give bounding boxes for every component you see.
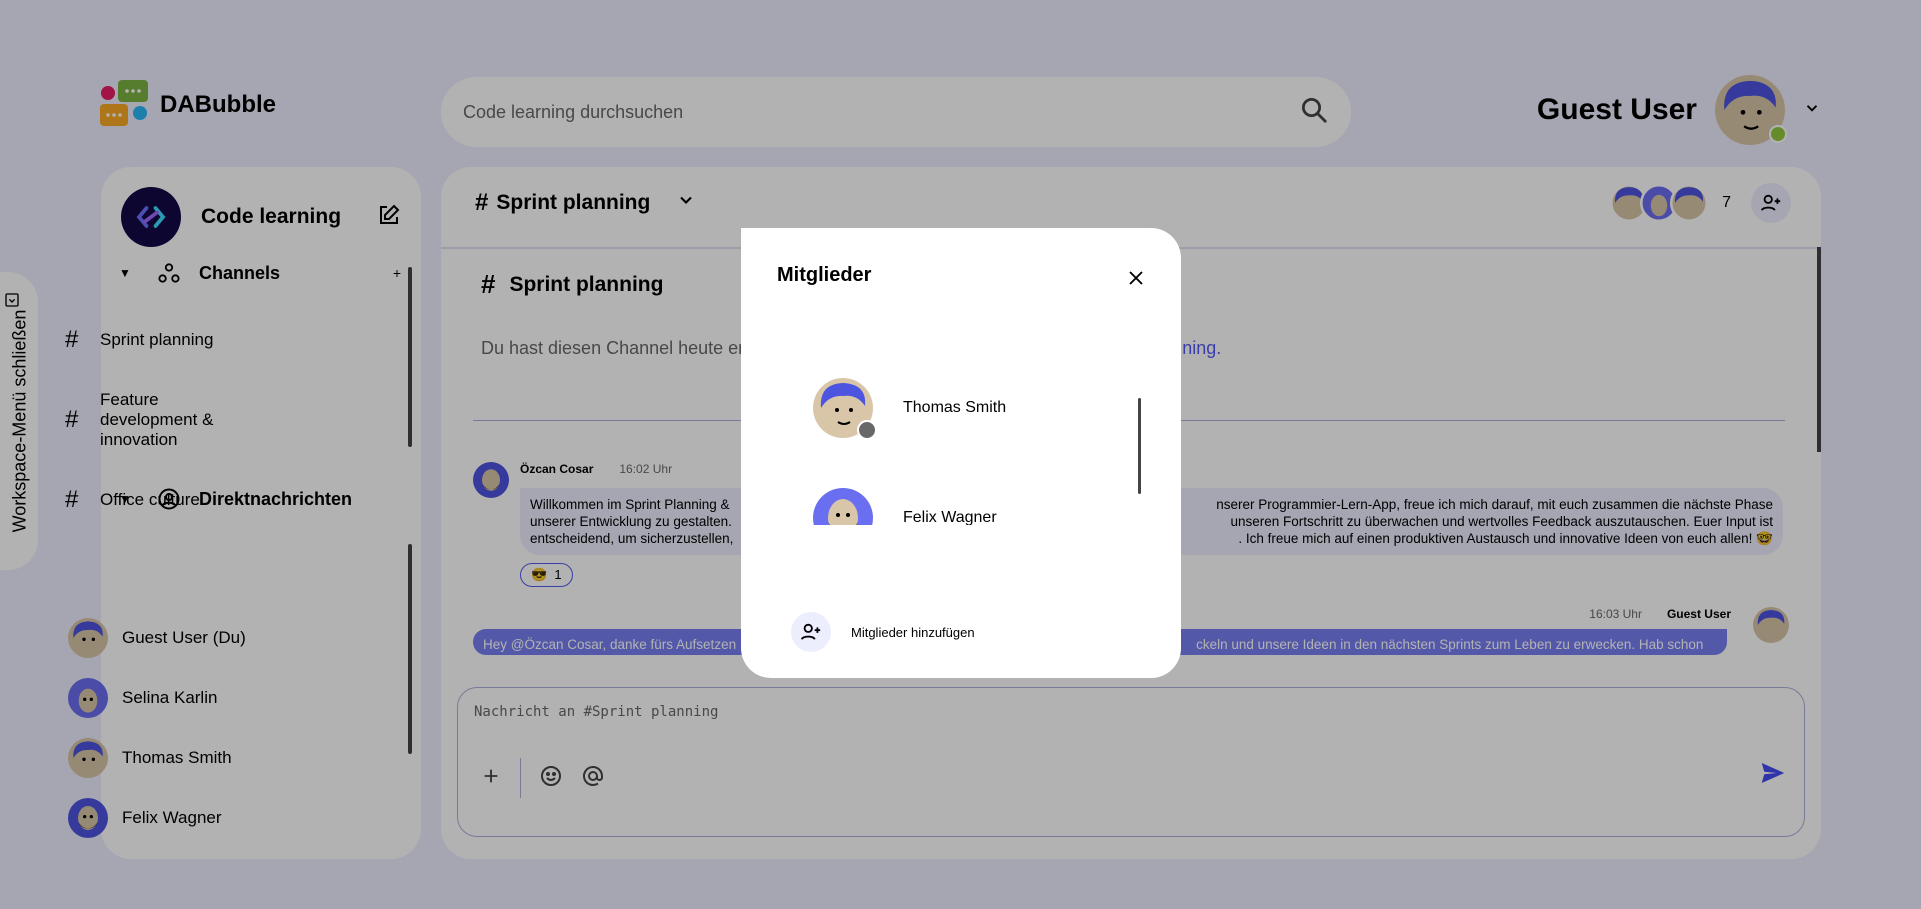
status-indicator: [857, 420, 877, 440]
add-person-icon: [791, 612, 831, 652]
members-dialog: Mitglieder Thomas Smith Felix Wagner Mit…: [741, 228, 1181, 678]
member-list: Thomas Smith Felix Wagner: [813, 353, 1093, 525]
member-item[interactable]: Felix Wagner: [813, 463, 1093, 525]
add-members-label: Mitglieder hinzufügen: [851, 624, 975, 640]
member-name: Thomas Smith: [903, 399, 1007, 416]
member-name: Felix Wagner: [903, 509, 997, 525]
dialog-title: Mitglieder: [777, 264, 872, 286]
member-list-scrollbar[interactable]: [1138, 398, 1141, 494]
member-item[interactable]: Thomas Smith: [813, 353, 1093, 463]
add-members-button[interactable]: Mitglieder hinzufügen: [791, 612, 975, 652]
avatar: [813, 378, 877, 440]
close-icon[interactable]: [1121, 263, 1151, 293]
avatar: [813, 488, 873, 525]
